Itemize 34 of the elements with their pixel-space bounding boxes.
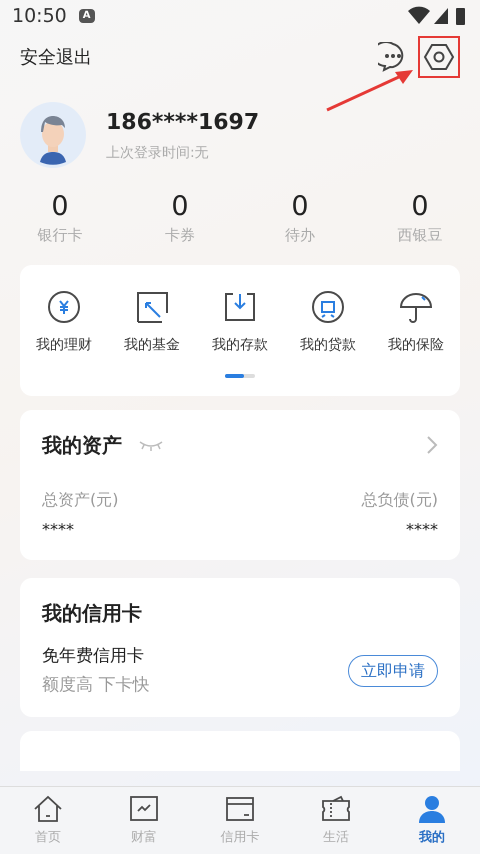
page-indicator	[225, 374, 255, 378]
status-time: 10:50	[12, 4, 67, 29]
apply-button[interactable]: 立即申请	[348, 655, 438, 687]
shortcut-item[interactable]: 我的存款	[196, 288, 284, 356]
shortcut-item[interactable]: 我的保险	[372, 288, 460, 356]
stat-item[interactable]: 0 银行卡	[0, 190, 120, 246]
shortcut-item[interactable]: 我的贷款	[284, 288, 372, 356]
product-name: 免年费信用卡	[42, 644, 145, 668]
stat-item[interactable]: 0 卡券	[120, 190, 240, 246]
stat-item[interactable]: 0 待办	[240, 190, 360, 246]
total-assets-label: 总资产(元)	[42, 488, 118, 510]
card-title: 我的资产	[42, 432, 122, 458]
last-login-text: 上次登录时间:无	[106, 144, 210, 163]
loan-coin-icon	[310, 288, 346, 324]
shortcut-item[interactable]: 我的理财	[20, 288, 108, 356]
shortcut-item[interactable]: 我的基金	[108, 288, 196, 356]
signal-battery-icon	[406, 6, 468, 26]
product-subtitle: 额度高 下卡快	[42, 674, 150, 697]
total-debt-label: 总负债(元)	[362, 488, 438, 510]
ticket-icon	[321, 794, 351, 824]
stat-item[interactable]: 0 西银豆	[360, 190, 480, 246]
nav-tab[interactable]: 我的	[384, 787, 480, 854]
total-debt-value: ****	[406, 518, 438, 540]
logout-button[interactable]: 安全退出	[20, 44, 92, 70]
house-icon	[33, 794, 63, 824]
card-title: 我的信用卡	[42, 600, 143, 626]
phone-number: 186****1697	[106, 109, 260, 137]
person-icon	[417, 794, 447, 824]
total-assets-value: ****	[42, 518, 74, 540]
notification-badge: A	[78, 9, 95, 23]
chart-icon	[129, 794, 159, 824]
settings-icon[interactable]	[423, 43, 455, 71]
avatar-icon	[20, 102, 86, 168]
yuan-coin-icon	[46, 288, 82, 324]
